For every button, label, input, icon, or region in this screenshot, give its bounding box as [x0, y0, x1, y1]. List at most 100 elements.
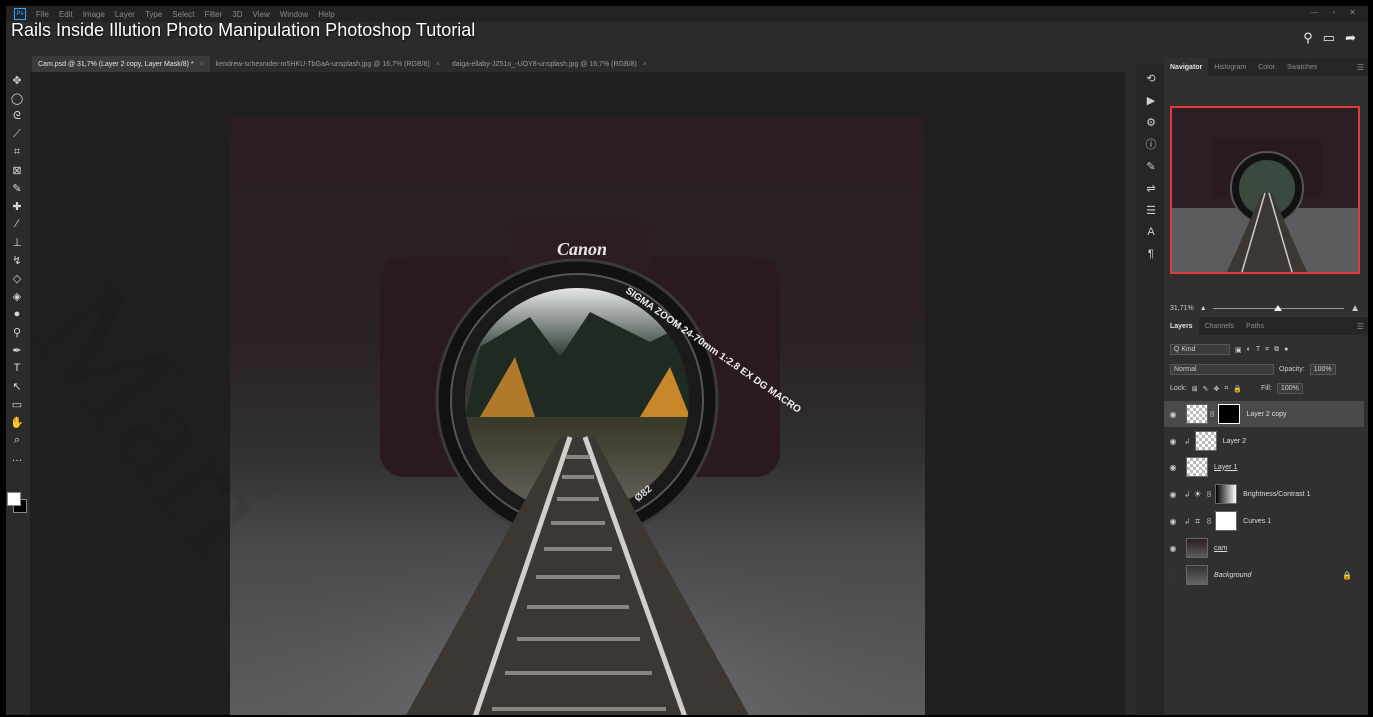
history-icon[interactable]: ⟲ [1141, 70, 1161, 86]
healing-icon[interactable]: ✚ [9, 198, 25, 214]
visibility-eye-icon[interactable]: ◉ [1164, 544, 1182, 553]
video-title[interactable]: Rails Inside Illution Photo Manipulation… [11, 20, 475, 41]
share-icon[interactable]: ➦ [1345, 30, 1356, 46]
layer-row-background[interactable]: ◌ Background 🔒 [1164, 562, 1364, 588]
navigator-preview[interactable] [1170, 106, 1360, 274]
crop-icon[interactable]: ⌗ [9, 144, 25, 160]
tab-swatches[interactable]: Swatches [1281, 58, 1323, 76]
tab-kendrew[interactable]: kendrew-schexnider-m5HKU-TbGaA-unsplash.… [210, 56, 446, 72]
frame-icon[interactable]: ⊠ [9, 162, 25, 178]
filter-type-icon[interactable]: T [1256, 346, 1260, 353]
tab-color[interactable]: Color [1252, 58, 1281, 76]
filter-adjust-icon[interactable]: ◐ [1247, 346, 1251, 353]
menu-image[interactable]: Image [83, 10, 105, 19]
tab-layers[interactable]: Layers [1164, 317, 1199, 335]
hand-icon[interactable]: ✋ [9, 414, 25, 430]
lock-position-icon[interactable]: ✥ [1213, 385, 1219, 393]
mask-link-icon[interactable]: 8 [1210, 410, 1214, 419]
layers-menu-icon[interactable]: ☰ [1357, 322, 1368, 331]
close-icon[interactable]: ✕ [1349, 8, 1356, 17]
visibility-eye-icon[interactable]: ◉ [1164, 437, 1182, 446]
mask-link-icon[interactable]: 8 [1207, 517, 1211, 526]
visibility-eye-icon[interactable]: ◉ [1164, 410, 1182, 419]
lock-transparent-icon[interactable]: ⊠ [1192, 385, 1198, 393]
tab-histogram[interactable]: Histogram [1208, 58, 1252, 76]
minimize-icon[interactable]: — [1310, 8, 1318, 17]
tab-channels[interactable]: Channels [1199, 317, 1241, 335]
filter-toggle-icon[interactable]: ● [1284, 346, 1288, 353]
tab-daiga[interactable]: daiga-ellaby-JZ51o_-UOY8-unsplash.jpg @ … [446, 56, 653, 72]
play-icon[interactable]: ▶ [1141, 92, 1161, 108]
layer-mask-thumbnail[interactable] [1218, 404, 1241, 424]
paragraph-icon[interactable]: ¶ [1141, 246, 1161, 262]
image-canvas[interactable]: Canon SIGMA ZOOM 24-70mm 1:2.8 EX DG MAC… [230, 117, 925, 715]
character-icon[interactable]: A [1141, 224, 1161, 240]
type-icon[interactable]: T [9, 360, 25, 376]
layer-mask-thumbnail[interactable] [1215, 484, 1238, 504]
close-icon[interactable]: × [643, 61, 647, 68]
menu-window[interactable]: Window [280, 10, 308, 19]
info-icon[interactable]: ⓘ [1141, 136, 1161, 152]
menu-type[interactable]: Type [145, 10, 162, 19]
more-icon[interactable]: … [9, 450, 25, 466]
brush-icon[interactable]: ∕ [9, 216, 25, 232]
menu-view[interactable]: View [253, 10, 270, 19]
menu-filter[interactable]: Filter [205, 10, 223, 19]
screen-icon[interactable]: ▭ [1323, 30, 1335, 46]
layer-row-layer-1[interactable]: ◉ Layer 1 [1164, 454, 1364, 480]
restore-icon[interactable]: ▫ [1332, 8, 1335, 17]
rectangle-icon[interactable]: ▭ [9, 396, 25, 412]
fill-input[interactable]: 100% [1276, 383, 1303, 394]
search-icon[interactable]: ⚲ [1303, 30, 1313, 46]
move-icon[interactable]: ✥ [9, 72, 25, 88]
zoom-value[interactable]: 31,71% [1170, 305, 1194, 312]
history-brush-icon[interactable]: ↯ [9, 252, 25, 268]
path-select-icon[interactable]: ↖ [9, 378, 25, 394]
zoom-in-icon[interactable]: ▲ [1350, 303, 1360, 314]
layer-row-brightness-contrast[interactable]: ◉ ↲ ☀ 8 Brightness/Contrast 1 [1164, 481, 1364, 507]
paint-bucket-icon[interactable]: ◈ [9, 288, 25, 304]
panel-menu-icon[interactable]: ☰ [1357, 63, 1368, 72]
eraser-icon[interactable]: ◇ [9, 270, 25, 286]
menu-layer[interactable]: Layer [115, 10, 135, 19]
visibility-eye-icon[interactable]: ◉ [1164, 517, 1182, 526]
tab-paths[interactable]: Paths [1240, 317, 1270, 335]
close-icon[interactable]: × [436, 61, 440, 68]
layer-row-curves[interactable]: ◉ ↲ ⌗ 8 Curves 1 [1164, 508, 1364, 534]
lasso-ellipse-icon[interactable]: ◯ [9, 90, 25, 106]
pen-icon[interactable]: ✒ [9, 342, 25, 358]
zoom-out-icon[interactable]: ▲ [1200, 305, 1207, 312]
brush-settings-icon[interactable]: ✎ [1141, 158, 1161, 174]
lasso-icon[interactable]: ᘓ [9, 108, 25, 124]
visibility-eye-off-icon[interactable]: ◌ [1164, 571, 1182, 580]
zoom-slider[interactable] [1212, 304, 1345, 311]
visibility-eye-icon[interactable]: ◉ [1164, 463, 1182, 472]
tab-navigator[interactable]: Navigator [1164, 58, 1209, 76]
stamp-icon[interactable]: ⊥ [9, 234, 25, 250]
menu-select[interactable]: Select [172, 10, 194, 19]
lock-artboard-icon[interactable]: ⌗ [1224, 385, 1228, 393]
blur-icon[interactable]: ● [9, 306, 25, 322]
layer-row-cam[interactable]: ◉ cam [1164, 535, 1364, 561]
filter-kind-select[interactable]: Q Kind [1170, 344, 1230, 355]
adjustments-icon[interactable]: ⇌ [1141, 180, 1161, 196]
libraries-icon[interactable]: ☰ [1141, 202, 1161, 218]
lock-all-icon[interactable]: 🔒 [1233, 385, 1242, 393]
tab-cam-psd[interactable]: Cam.psd @ 31,7% (Layer 2 copy, Layer Mas… [32, 56, 210, 72]
menu-file[interactable]: File [36, 10, 49, 19]
layer-row-layer-2-copy[interactable]: ◉ 8 Layer 2 copy [1164, 401, 1364, 427]
zoom-slider-thumb[interactable] [1274, 304, 1283, 311]
properties-icon[interactable]: ⚙ [1141, 114, 1161, 130]
visibility-eye-icon[interactable]: ◉ [1164, 490, 1182, 499]
foreground-color-swatch[interactable] [7, 492, 21, 506]
close-icon[interactable]: × [200, 61, 204, 68]
zoom-icon[interactable]: ⌕ [9, 432, 25, 448]
filter-pixel-icon[interactable]: ▣ [1235, 346, 1242, 354]
blend-mode-select[interactable]: Normal [1170, 364, 1274, 375]
filter-smart-icon[interactable]: ⧉ [1274, 346, 1279, 354]
layer-mask-thumbnail[interactable] [1215, 511, 1238, 531]
opacity-input[interactable]: 100% [1309, 364, 1336, 375]
eyedropper-icon[interactable]: ✎ [9, 180, 25, 196]
lock-paint-icon[interactable]: ✎ [1203, 385, 1209, 393]
mask-link-icon[interactable]: 8 [1207, 490, 1211, 499]
